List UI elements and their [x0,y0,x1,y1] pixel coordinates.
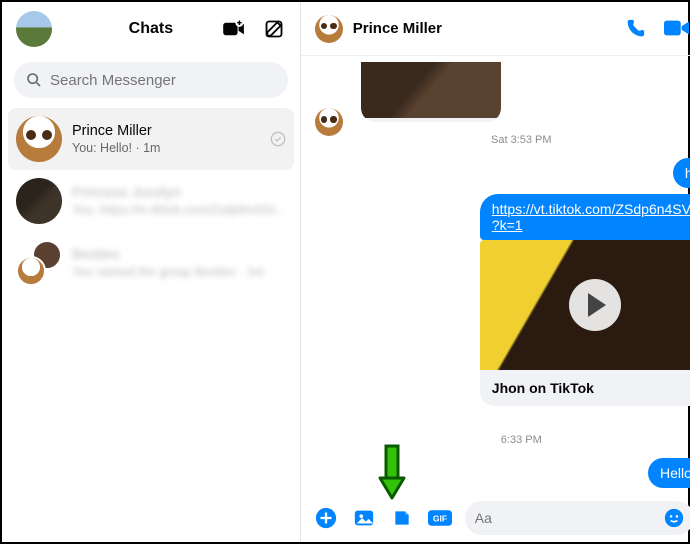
message-bubble[interactable]: Hello! [648,458,690,488]
chat-title: Prince Miller [353,20,442,37]
gif-icon: GIF [428,509,452,527]
add-photo-button[interactable] [351,505,377,531]
conversation-item[interactable]: Prince Miller You: Hello! · 1m [8,108,294,170]
new-video-call-button[interactable] [222,17,246,41]
conv-name: Besties [72,247,286,263]
chat-avatar[interactable] [315,15,343,43]
conversation-item[interactable]: Princess Jocelyn You: https://m.tiktok.c… [8,170,294,232]
conv-name: Princess Jocelyn [72,185,286,201]
chat-list-pane: Chats Prince Miller You: Hello! [2,2,301,542]
conv-name: Prince Miller [72,123,260,139]
plus-circle-icon [315,507,337,529]
conv-preview: You: Hello! · 1m [72,141,260,155]
timestamp: 6:33 PM [315,434,690,446]
chat-header: Prince Miller [301,2,690,56]
sticker-icon [392,508,412,528]
conversation-item[interactable]: Besties You named the group Besties · 1m [8,232,294,294]
preview-thumbnail [480,240,690,370]
add-gif-button[interactable]: GIF [427,505,453,531]
compose-button[interactable] [262,17,286,41]
composer: GIF [301,494,690,542]
message-input[interactable] [475,510,656,526]
sender-avatar [315,108,343,136]
conv-preview: You: https://m.tiktok.com/Zsdp6n4SV... [72,203,286,217]
conv-avatar [16,178,62,224]
link-preview-card[interactable]: Jhon on TikTok [480,240,690,406]
play-icon [569,279,621,331]
chat-pane: Prince Miller Sat 3:53 PM hi https://vt.… [301,2,690,542]
video-icon[interactable] [664,18,690,38]
my-avatar[interactable] [16,11,52,47]
conv-preview: You named the group Besties · 1m [72,265,286,279]
preview-title: Jhon on TikTok [480,370,690,406]
compose-icon [264,19,284,39]
conversation-list: Prince Miller You: Hello! · 1m Princess … [2,108,300,542]
add-sticker-button[interactable] [389,505,415,531]
search-bar[interactable] [14,62,288,98]
conv-avatar [16,116,62,162]
message-row: Hello! [315,458,690,488]
message-row: hi [315,158,690,188]
delivered-check-icon [270,131,286,147]
chat-list-header: Chats [2,2,300,56]
message-link-bubble[interactable]: https://vt.tiktok.com/ZSdp6n4SV/?k=1 [480,194,690,240]
group-avatar [16,240,62,286]
previous-link-preview[interactable] [361,62,501,122]
svg-text:GIF: GIF [433,513,447,523]
message-list[interactable]: Sat 3:53 PM hi https://vt.tiktok.com/ZSd… [301,56,690,494]
message-input-wrap[interactable] [465,501,690,535]
new-video-icon [223,20,245,38]
open-more-button[interactable] [313,505,339,531]
phone-icon[interactable] [624,18,646,40]
message-row: https://vt.tiktok.com/ZSdp6n4SV/?k=1 Jho… [315,194,690,406]
search-input[interactable] [50,72,276,89]
search-icon [26,72,42,88]
timestamp: Sat 3:53 PM [315,134,690,146]
messenger-app: Chats Prince Miller You: Hello! [0,0,690,544]
photo-icon [353,507,375,529]
message-bubble[interactable]: hi [673,158,690,188]
message-link[interactable]: https://vt.tiktok.com/ZSdp6n4SV/?k=1 [492,201,690,233]
emoji-icon[interactable] [664,508,684,528]
